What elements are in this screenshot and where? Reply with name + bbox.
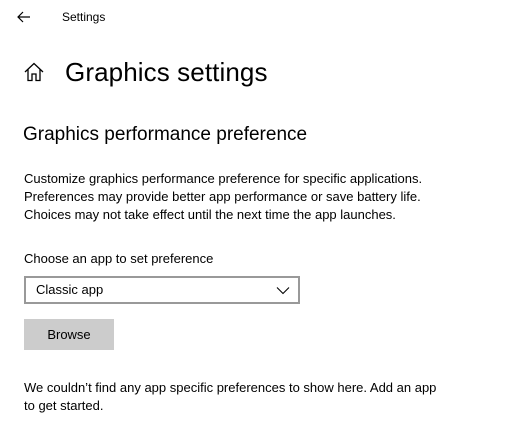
back-button[interactable] bbox=[12, 6, 36, 28]
window-title: Settings bbox=[62, 10, 106, 24]
description-line: Preferences may provide better app perfo… bbox=[24, 189, 421, 204]
settings-page: Settings Graphics settings Graphics perf… bbox=[0, 0, 513, 433]
section-title: Graphics performance preference bbox=[23, 124, 308, 145]
page-title: Graphics settings bbox=[65, 57, 268, 87]
chevron-down-icon bbox=[276, 287, 290, 295]
empty-state-line: We couldn’t find any app specific prefer… bbox=[24, 380, 437, 395]
section-description: Customize graphics performance preferenc… bbox=[24, 170, 494, 224]
description-line: Customize graphics performance preferenc… bbox=[24, 171, 423, 186]
app-picker-label: Choose an app to set preference bbox=[24, 251, 214, 266]
back-arrow-icon bbox=[17, 11, 30, 23]
browse-button[interactable]: Browse bbox=[24, 319, 114, 350]
title-bar: Settings bbox=[0, 0, 513, 34]
empty-state-message: We couldn’t find any app specific prefer… bbox=[24, 379, 494, 415]
empty-state-line: to get started. bbox=[24, 398, 104, 413]
app-type-dropdown[interactable]: Classic app bbox=[24, 276, 300, 304]
description-line: Choices may not take effect until the ne… bbox=[24, 207, 396, 222]
app-type-selected-value: Classic app bbox=[36, 282, 104, 297]
home-icon[interactable] bbox=[23, 61, 45, 83]
